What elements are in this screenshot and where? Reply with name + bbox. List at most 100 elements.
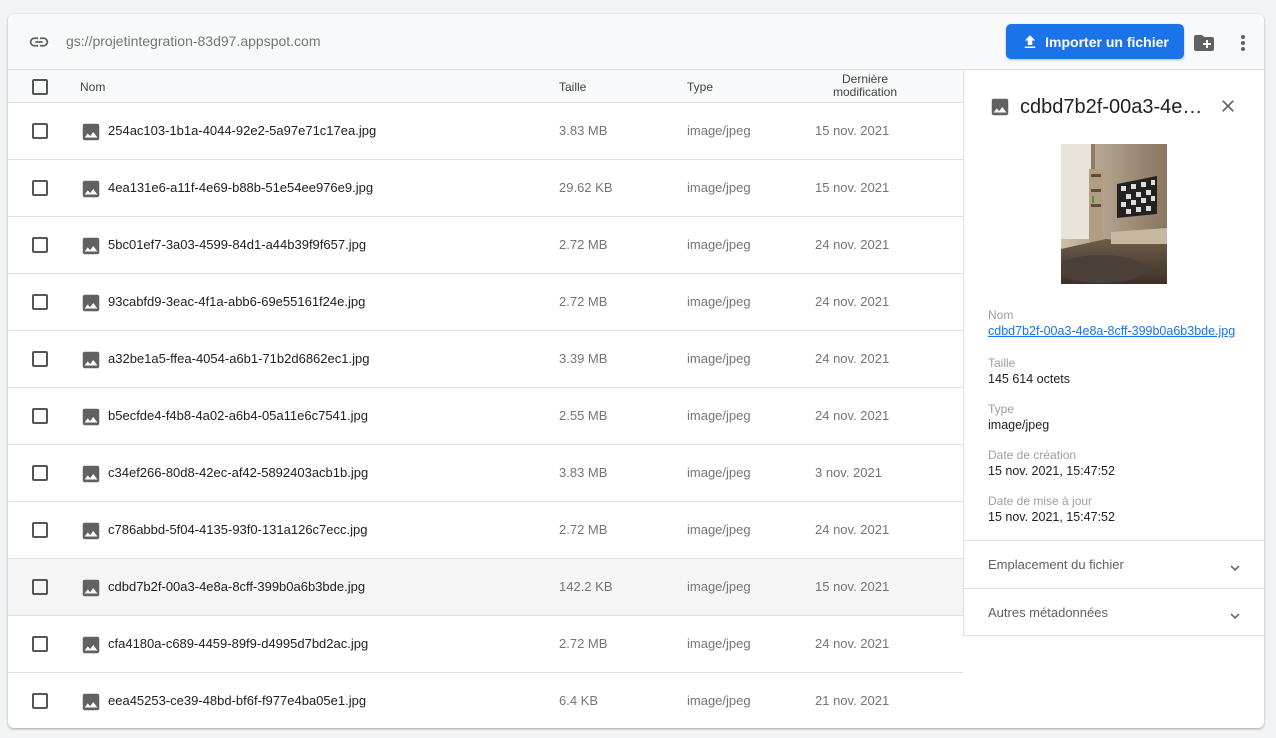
file-location-expander[interactable]: Emplacement du fichier: [964, 540, 1264, 588]
row-checkbox[interactable]: [32, 693, 48, 709]
file-name[interactable]: 4ea131e6-a11f-4e69-b88b-51e54ee976e9.jpg: [108, 180, 373, 195]
row-checkbox[interactable]: [32, 123, 48, 139]
file-table: Nom Taille Type Dernière modification 25…: [8, 70, 963, 728]
chevron-down-icon: [1230, 613, 1240, 619]
meta-created-label: Date de création: [988, 448, 1077, 462]
file-size: 2.72 MB: [559, 636, 608, 651]
file-modified-date: 3 nov. 2021: [815, 465, 882, 480]
more-vert-icon[interactable]: [1234, 31, 1252, 55]
table-row[interactable]: 254ac103-1b1a-4044-92e2-5a97e71c17ea.jpg…: [8, 103, 963, 160]
column-header-size[interactable]: Taille: [559, 80, 586, 94]
row-checkbox[interactable]: [32, 465, 48, 481]
table-row[interactable]: c34ef266-80d8-42ec-af42-5892403acb1b.jpg…: [8, 445, 963, 502]
meta-type: Type image/jpeg: [988, 402, 1248, 432]
file-preview-image: [1061, 144, 1167, 284]
table-row[interactable]: 93cabfd9-3eac-4f1a-abb6-69e55161f24e.jpg…: [8, 274, 963, 331]
file-type: image/jpeg: [687, 579, 751, 594]
file-type: image/jpeg: [687, 123, 751, 138]
row-checkbox[interactable]: [32, 579, 48, 595]
file-name[interactable]: a32be1a5-ffea-4054-a6b1-71b2d6862ec1.jpg: [108, 351, 369, 366]
file-modified-date: 24 nov. 2021: [815, 636, 890, 651]
table-header: Nom Taille Type Dernière modification: [8, 70, 963, 103]
row-checkbox[interactable]: [32, 351, 48, 367]
file-name[interactable]: cfa4180a-c689-4459-89f9-d4995d7bd2ac.jpg: [108, 636, 368, 651]
file-type: image/jpeg: [687, 294, 751, 309]
row-checkbox[interactable]: [32, 408, 48, 424]
bucket-path: gs://projetintegration-83d97.appspot.com: [66, 33, 321, 49]
file-name[interactable]: 5bc01ef7-3a03-4599-84d1-a44b39f9f657.jpg: [108, 237, 366, 252]
meta-type-label: Type: [988, 402, 1015, 416]
file-name[interactable]: b5ecfde4-f4b8-4a02-a6b4-05a11e6c7541.jpg: [108, 408, 368, 423]
file-type: image/jpeg: [687, 237, 751, 252]
file-size: 2.72 MB: [559, 294, 608, 309]
toolbar: gs://projetintegration-83d97.appspot.com…: [8, 14, 1264, 70]
column-header-name[interactable]: Nom: [80, 80, 105, 94]
meta-name: Nom cdbd7b2f-00a3-4e8a-8cff-399b0a6b3bde…: [988, 308, 1248, 338]
column-header-modified[interactable]: Dernière modification: [810, 73, 920, 99]
create-folder-icon[interactable]: [1192, 31, 1216, 55]
file-name-link[interactable]: cdbd7b2f-00a3-4e8a-8cff-399b0a6b3bde.jpg: [988, 324, 1248, 338]
link-icon[interactable]: [28, 31, 50, 53]
file-size: 3.83 MB: [559, 123, 608, 138]
file-modified-date: 24 nov. 2021: [815, 237, 890, 252]
meta-size: Taille 145 614 octets: [988, 356, 1248, 386]
close-icon[interactable]: [1218, 96, 1238, 116]
file-size: 3.39 MB: [559, 351, 608, 366]
row-checkbox[interactable]: [32, 522, 48, 538]
file-name[interactable]: cdbd7b2f-00a3-4e8a-8cff-399b0a6b3bde.jpg: [108, 579, 365, 594]
file-name[interactable]: 254ac103-1b1a-4044-92e2-5a97e71c17ea.jpg: [108, 123, 376, 138]
file-size: 2.72 MB: [559, 522, 608, 537]
file-modified-date: 15 nov. 2021: [815, 123, 890, 138]
file-type: image/jpeg: [687, 522, 751, 537]
file-size: 29.62 KB: [559, 180, 613, 195]
file-type: image/jpeg: [687, 408, 751, 423]
meta-type-value: image/jpeg: [988, 418, 1050, 432]
file-name[interactable]: c34ef266-80d8-42ec-af42-5892403acb1b.jpg: [108, 465, 368, 480]
file-name[interactable]: 93cabfd9-3eac-4f1a-abb6-69e55161f24e.jpg: [108, 294, 365, 309]
meta-size-label: Taille: [988, 356, 1016, 370]
file-modified-date: 15 nov. 2021: [815, 579, 890, 594]
file-location-label: Emplacement du fichier: [988, 557, 1124, 572]
file-name[interactable]: eea45253-ce39-48bd-bf6f-f977e4ba05e1.jpg: [108, 693, 366, 708]
meta-updated: Date de mise à jour 15 nov. 2021, 15:47:…: [988, 494, 1248, 524]
table-row[interactable]: a32be1a5-ffea-4054-a6b1-71b2d6862ec1.jpg…: [8, 331, 963, 388]
meta-updated-label: Date de mise à jour: [988, 494, 1093, 508]
meta-updated-value: 15 nov. 2021, 15:47:52: [988, 510, 1115, 524]
image-file-icon: [82, 636, 100, 654]
column-header-type[interactable]: Type: [687, 80, 713, 94]
file-modified-date: 24 nov. 2021: [815, 294, 890, 309]
table-row[interactable]: cdbd7b2f-00a3-4e8a-8cff-399b0a6b3bde.jpg…: [8, 559, 963, 616]
panel-title: cdbd7b2f-00a3-4e8a-8cff-399b0a6b3bde.jpg: [1020, 96, 1210, 118]
row-checkbox[interactable]: [32, 294, 48, 310]
table-row[interactable]: 4ea131e6-a11f-4e69-b88b-51e54ee976e9.jpg…: [8, 160, 963, 217]
row-checkbox[interactable]: [32, 636, 48, 652]
file-modified-date: 15 nov. 2021: [815, 180, 890, 195]
file-type: image/jpeg: [687, 180, 751, 195]
file-modified-date: 21 nov. 2021: [815, 693, 890, 708]
table-row[interactable]: c786abbd-5f04-4135-93f0-131a126c7ecc.jpg…: [8, 502, 963, 559]
file-size: 3.83 MB: [559, 465, 608, 480]
row-checkbox[interactable]: [32, 180, 48, 196]
file-modified-date: 24 nov. 2021: [815, 522, 890, 537]
file-name[interactable]: c786abbd-5f04-4135-93f0-131a126c7ecc.jpg: [108, 522, 367, 537]
upload-file-button[interactable]: Importer un fichier: [1006, 24, 1184, 59]
file-type: image/jpeg: [687, 351, 751, 366]
other-metadata-label: Autres métadonnées: [988, 605, 1108, 620]
table-row[interactable]: b5ecfde4-f4b8-4a02-a6b4-05a11e6c7541.jpg…: [8, 388, 963, 445]
image-file-icon: [82, 123, 100, 141]
image-file-icon: [82, 465, 100, 483]
table-row[interactable]: cfa4180a-c689-4459-89f9-d4995d7bd2ac.jpg…: [8, 616, 963, 673]
other-metadata-expander[interactable]: Autres métadonnées: [964, 588, 1264, 636]
image-file-icon: [82, 237, 100, 255]
select-all-checkbox[interactable]: [32, 79, 48, 95]
image-file-icon: [82, 693, 100, 711]
chevron-down-icon: [1230, 565, 1240, 571]
upload-icon: [1024, 34, 1036, 48]
table-row[interactable]: 5bc01ef7-3a03-4599-84d1-a44b39f9f657.jpg…: [8, 217, 963, 274]
table-row[interactable]: eea45253-ce39-48bd-bf6f-f977e4ba05e1.jpg…: [8, 673, 963, 728]
upload-file-label: Importer un fichier: [1045, 33, 1169, 50]
image-file-icon: [82, 408, 100, 426]
file-type: image/jpeg: [687, 693, 751, 708]
row-checkbox[interactable]: [32, 237, 48, 253]
file-type: image/jpeg: [687, 636, 751, 651]
